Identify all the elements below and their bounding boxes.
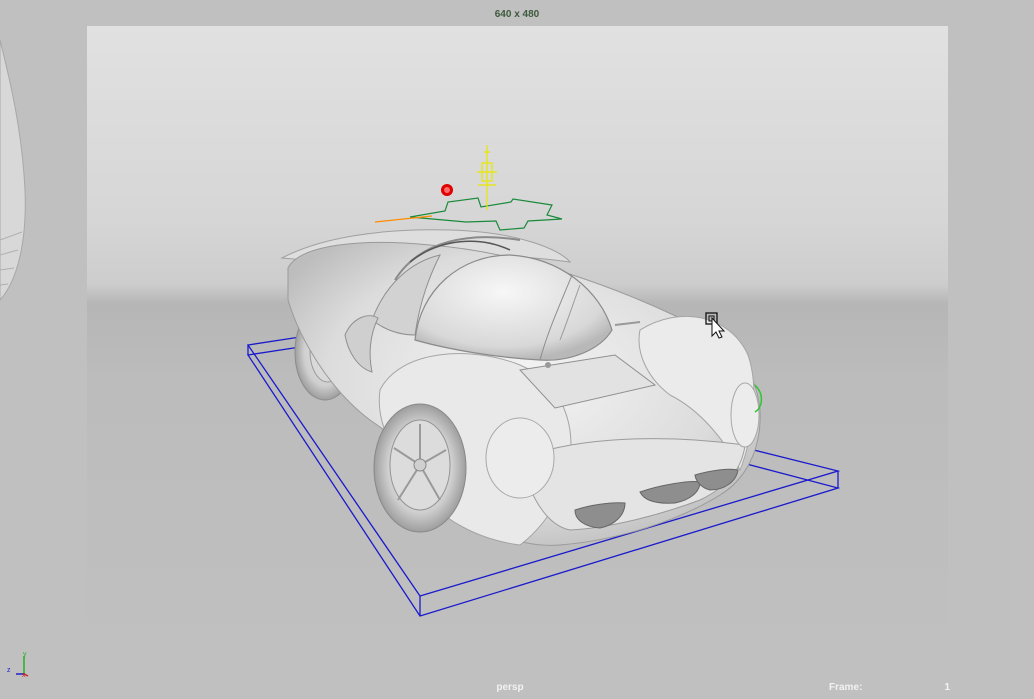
axis-z-label: z <box>7 667 11 674</box>
light-gizmo[interactable] <box>477 145 497 210</box>
axis-x-label: x <box>22 672 26 678</box>
perspective-viewport[interactable]: 640 x 480 y z x persp Frame: 1 <box>0 0 1034 699</box>
viewport-scene[interactable] <box>0 0 1034 699</box>
selection-marker[interactable] <box>441 184 453 196</box>
background-object[interactable] <box>0 39 26 301</box>
axis-orientation-icon: y z x <box>7 651 29 678</box>
frame-label: Frame: <box>829 682 863 693</box>
car-model[interactable] <box>280 229 763 546</box>
axis-y-label: y <box>23 651 27 658</box>
ground-gizmo[interactable] <box>374 197 563 231</box>
frame-value: 1 <box>944 682 950 693</box>
camera-name-label: persp <box>496 682 524 693</box>
